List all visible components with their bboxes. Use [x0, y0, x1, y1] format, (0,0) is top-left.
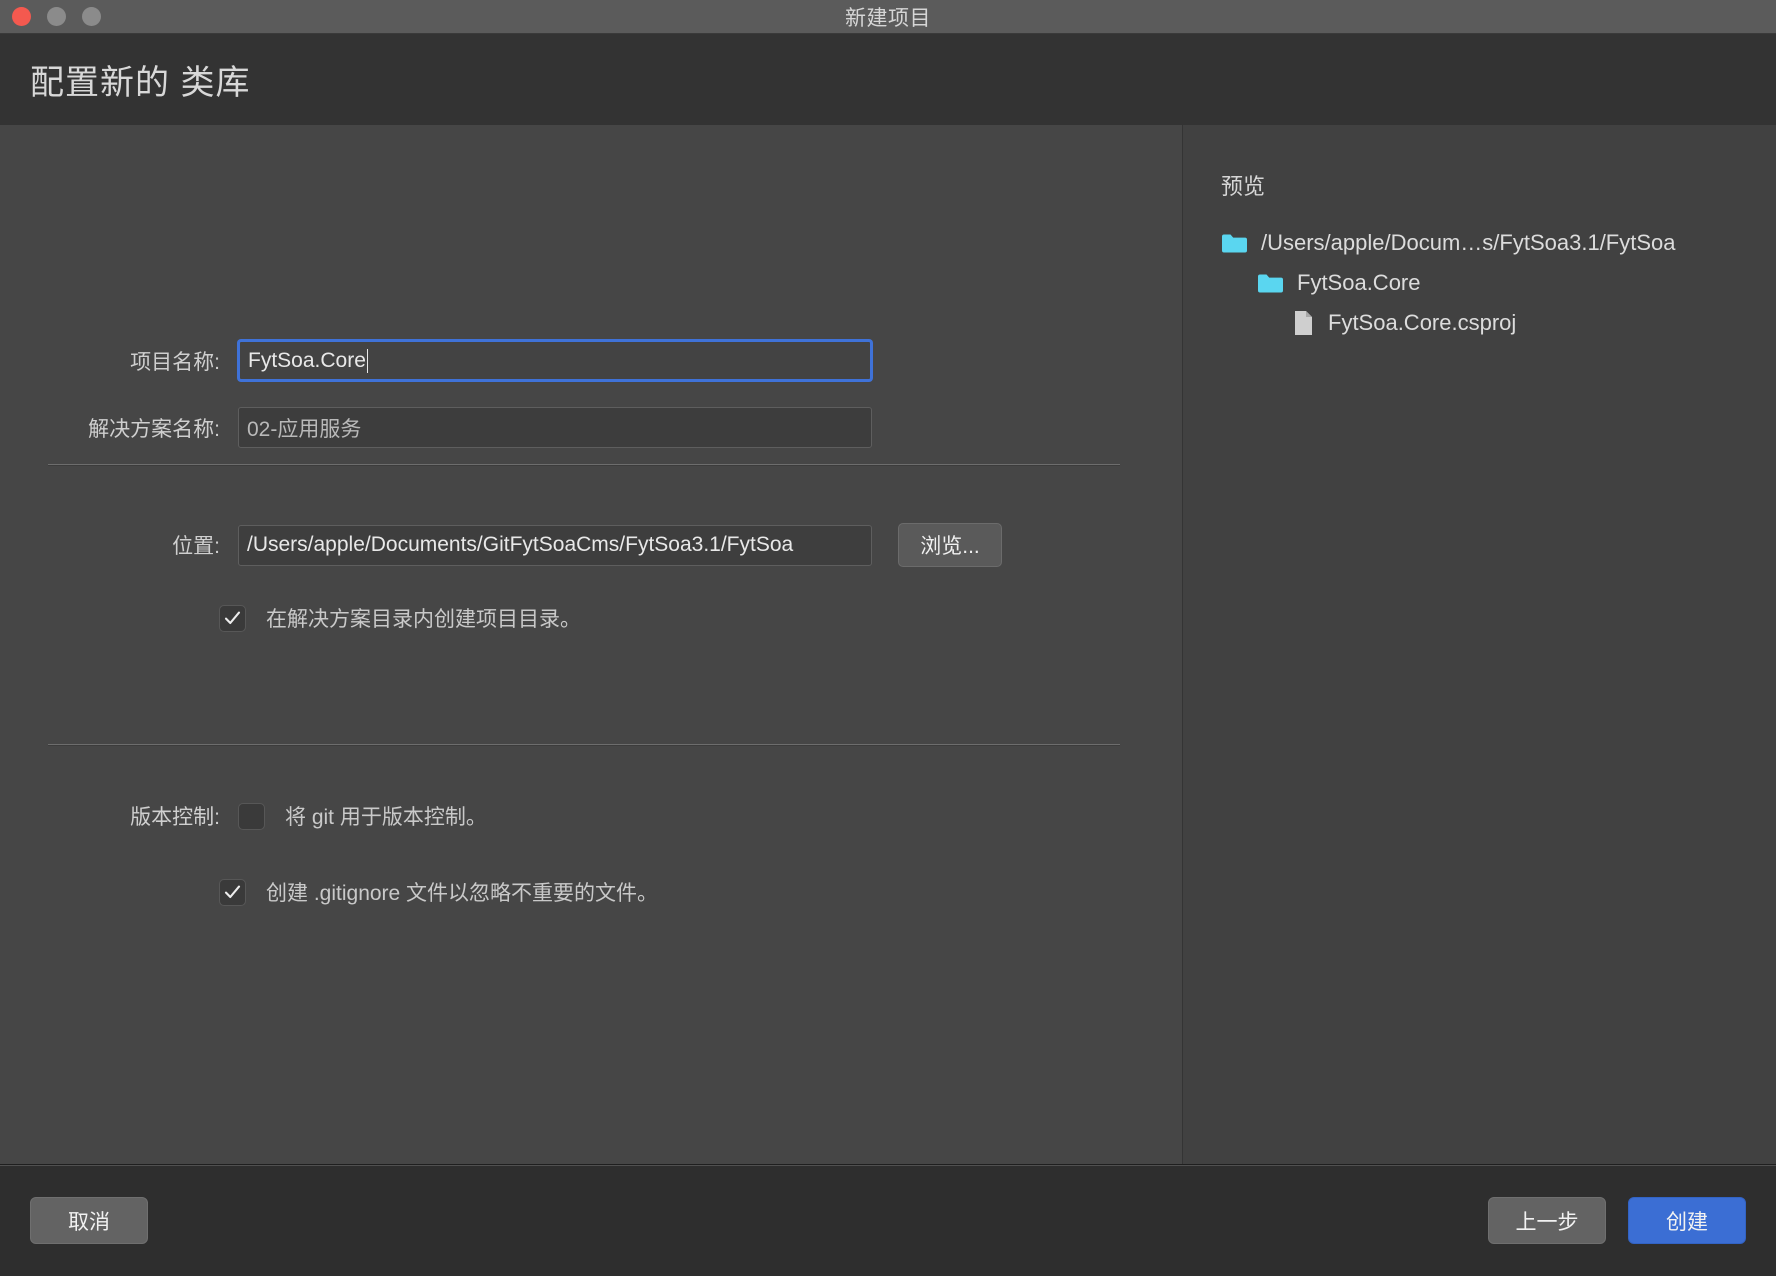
divider-bottom: [48, 744, 1120, 746]
preview-node-label: /Users/apple/Docum…s/FytSoa3.1/FytSoa: [1261, 230, 1676, 255]
titlebar: 新建项目: [0, 0, 1776, 34]
close-window-button[interactable]: [12, 7, 31, 26]
use-git-label: 将 git 用于版本控制。: [285, 806, 487, 829]
solution-name-row: 解决方案名称: 02-应用服务: [48, 407, 872, 448]
create-button[interactable]: 创建: [1628, 1197, 1746, 1244]
form-pane: 项目名称: FytSoa.Core 解决方案名称: 02-应用服务 位置: /U…: [0, 125, 1182, 1164]
browse-button[interactable]: 浏览...: [898, 523, 1002, 567]
preview-tree-project-folder[interactable]: FytSoa.Core: [1257, 263, 1776, 303]
project-name-value: FytSoa.Core: [248, 348, 366, 372]
create-gitignore-row[interactable]: 创建 .gitignore 文件以忽略不重要的文件。: [219, 877, 658, 907]
divider-top: [48, 464, 1120, 466]
solution-name-label: 解决方案名称:: [88, 417, 220, 441]
dialog-footer: 取消 上一步 创建: [0, 1164, 1776, 1276]
back-button[interactable]: 上一步: [1488, 1197, 1606, 1244]
location-label: 位置:: [172, 535, 220, 558]
new-project-dialog: 新建项目 配置新的 类库 项目名称: FytSoa.Core 解决方案名称: 0…: [0, 0, 1776, 1276]
preview-node-label: FytSoa.Core.csproj: [1328, 310, 1517, 335]
text-caret: [366, 348, 368, 373]
location-input[interactable]: /Users/apple/Documents/GitFytSoaCms/FytS…: [238, 524, 872, 566]
dialog-body: 项目名称: FytSoa.Core 解决方案名称: 02-应用服务 位置: /U…: [0, 125, 1776, 1164]
preview-title: 预览: [1221, 174, 1266, 199]
check-icon: [224, 611, 241, 624]
preview-tree-root[interactable]: /Users/apple/Docum…s/FytSoa3.1/FytSoa: [1221, 223, 1776, 263]
version-control-label: 版本控制:: [130, 806, 220, 829]
project-name-row: 项目名称: FytSoa.Core: [48, 340, 872, 381]
create-gitignore-checkbox[interactable]: [219, 878, 246, 906]
folder-icon: [1257, 272, 1284, 294]
location-value: /Users/apple/Documents/GitFytSoaCms/FytS…: [247, 533, 794, 556]
dialog-header: 配置新的 类库: [0, 34, 1776, 125]
solution-name-value: 02-应用服务: [247, 417, 362, 441]
use-git-checkbox[interactable]: [238, 802, 265, 830]
create-gitignore-label: 创建 .gitignore 文件以忽略不重要的文件。: [266, 882, 659, 905]
location-row: 位置: /Users/apple/Documents/GitFytSoaCms/…: [48, 523, 1002, 567]
window-title: 新建项目: [845, 6, 931, 30]
project-name-label: 项目名称:: [130, 350, 220, 374]
folder-icon: [1221, 232, 1248, 254]
preview-node-label: FytSoa.Core: [1297, 270, 1421, 295]
solution-name-input[interactable]: 02-应用服务: [238, 407, 872, 448]
preview-pane: 预览 /Users/apple/Docum…s/FytSoa3.1/FytSoa…: [1182, 125, 1776, 1164]
file-icon: [1293, 310, 1315, 336]
minimize-window-button[interactable]: [47, 7, 66, 26]
create-project-dir-row[interactable]: 在解决方案目录内创建项目目录。: [219, 603, 581, 633]
check-icon: [224, 885, 241, 898]
preview-tree-csproj-file[interactable]: FytSoa.Core.csproj: [1293, 303, 1776, 343]
page-title: 配置新的 类库: [30, 64, 251, 102]
create-project-dir-label: 在解决方案目录内创建项目目录。: [266, 608, 581, 631]
window-controls: [0, 7, 101, 26]
maximize-window-button[interactable]: [82, 7, 101, 26]
project-name-input[interactable]: FytSoa.Core: [238, 340, 872, 381]
use-git-row[interactable]: 版本控制: 将 git 用于版本控制。: [48, 801, 487, 831]
create-project-dir-checkbox[interactable]: [219, 604, 246, 632]
cancel-button[interactable]: 取消: [30, 1197, 148, 1244]
